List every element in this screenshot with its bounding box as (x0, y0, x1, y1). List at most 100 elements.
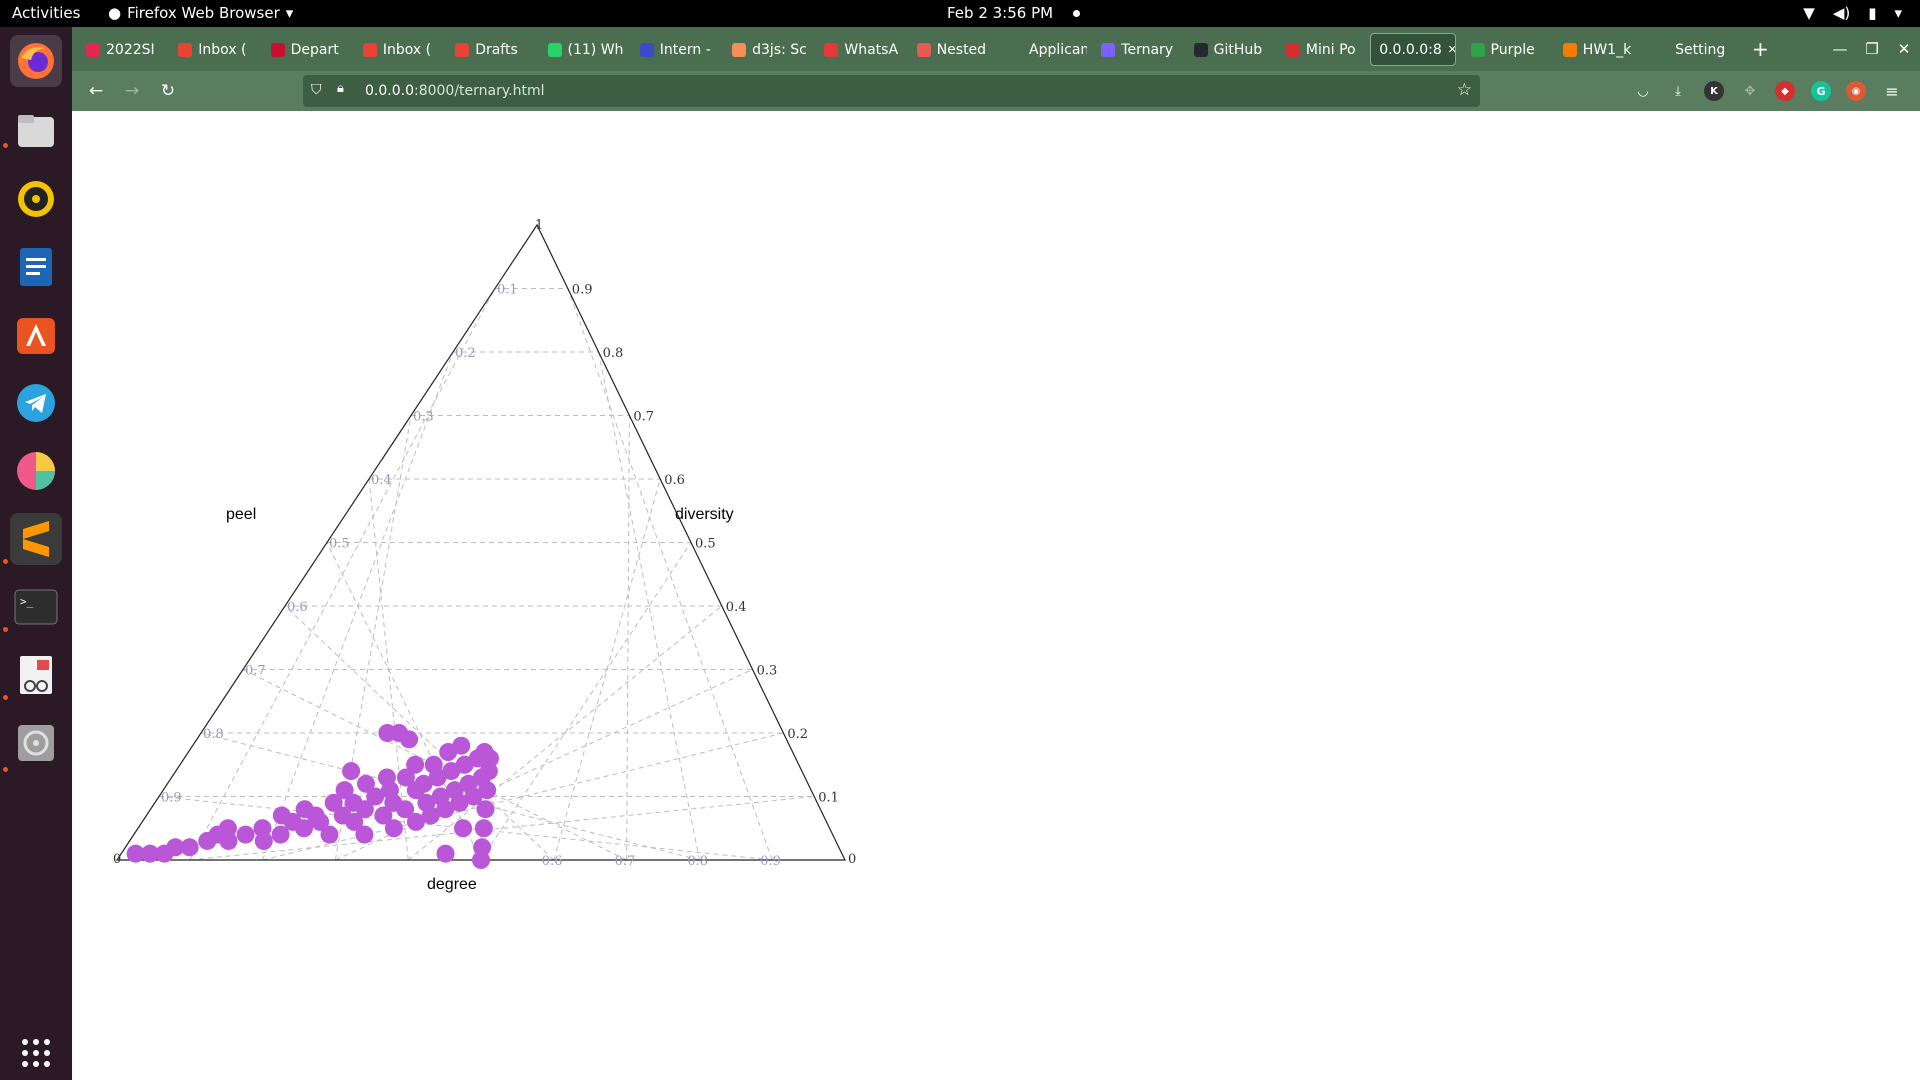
ternary-chart: 0.1 0.2 0.3 0.4 0.5 0.6 0.7 0.8 0.9 0.9 0.8 0.7 0.6 0… (113, 218, 856, 893)
firefox-icon (18, 43, 54, 79)
tick-label-diversity: 0.9 (572, 283, 593, 298)
dock-writer[interactable] (10, 241, 62, 293)
clock[interactable]: Feb 2 3:56 PM (947, 4, 1081, 22)
data-point (476, 800, 495, 819)
chevron-down-icon: ▾ (285, 4, 294, 22)
browser-tab[interactable]: Applicant (1001, 33, 1087, 66)
tab-label: Setting (1675, 41, 1726, 58)
app-menu[interactable]: ● Firefox Web Browser ▾ (108, 4, 293, 22)
url-text[interactable]: 0.0.0.0:8000/ternary.html (365, 83, 545, 99)
hamburger-menu-icon[interactable]: ≡ (1882, 81, 1902, 101)
tab-label: d3js: Sc (752, 41, 807, 58)
dock-telegram[interactable] (10, 377, 62, 429)
tab-label: Inbox ( (198, 41, 247, 58)
browser-tab[interactable]: (11) Wh (540, 33, 626, 66)
extension-puzzle-icon[interactable]: ✥ (1740, 81, 1760, 101)
dock-disks[interactable] (10, 717, 62, 769)
tab-favicon-icon (270, 42, 285, 57)
browser-tab[interactable]: GitHub (1186, 33, 1272, 66)
browser-tab[interactable]: Inbox ( (355, 33, 441, 66)
terminal-icon: >_ (14, 589, 58, 625)
tab-favicon-icon (1193, 42, 1208, 57)
browser-tab[interactable]: 2022SI (78, 33, 164, 66)
extension-shield-icon[interactable]: ◆ (1775, 81, 1795, 101)
dock-rhythmbox[interactable] (10, 173, 62, 225)
page-content: 0.1 0.2 0.3 0.4 0.5 0.6 0.7 0.8 0.9 0.9 0.8 0.7 0.6 0… (72, 111, 1920, 1080)
dock-files[interactable] (10, 105, 62, 157)
axis-title-degree: degree (427, 876, 477, 893)
back-button[interactable]: ← (84, 79, 108, 103)
tab-label: Mini Po (1305, 41, 1356, 58)
software-icon (17, 318, 55, 354)
forward-button[interactable]: → (120, 79, 144, 103)
dock-terminal[interactable]: >_ (10, 581, 62, 633)
duckduckgo-icon[interactable]: ◉ (1846, 81, 1866, 101)
tick-label-peel: 0.7 (245, 664, 266, 679)
browser-tab[interactable]: 0.0.0.0:8 ✕ (1370, 33, 1457, 66)
tab-label: (11) Wh (567, 41, 624, 58)
tab-favicon-icon (1101, 42, 1116, 57)
dock-software[interactable] (10, 309, 62, 361)
activities-button[interactable]: Activities (12, 4, 80, 22)
new-tab-button[interactable]: + (1752, 37, 1769, 61)
shield-icon[interactable]: ⛉ (311, 82, 322, 98)
tick-label-degree: 0.7 (615, 854, 636, 869)
bookmark-star-icon[interactable]: ☆ (1457, 80, 1472, 100)
browser-tab[interactable]: Ternary (1093, 33, 1179, 66)
tick-label-degree: 0.9 (760, 854, 781, 869)
running-indicator (3, 767, 8, 772)
close-icon[interactable]: ✕ (1888, 40, 1920, 58)
browser-tab[interactable]: Mini Po (1278, 33, 1364, 66)
telegram-icon (17, 384, 55, 422)
dock-sublime-text[interactable] (10, 513, 62, 565)
corner-label: 0 (848, 852, 856, 867)
data-point (474, 819, 493, 838)
dock-color-picker[interactable] (10, 445, 62, 497)
extension-k-icon[interactable]: K (1704, 81, 1724, 101)
browser-tab[interactable]: WhatsA (816, 33, 902, 66)
data-point (254, 831, 273, 850)
browser-tab[interactable]: Intern - (632, 33, 718, 66)
dock-firefox[interactable] (10, 35, 62, 87)
tick-label-diversity: 0.8 (603, 346, 624, 361)
url-bar[interactable]: ⛉ 🔒︎ 0.0.0.0:8000/ternary.html ☆ (303, 75, 1480, 107)
minimize-icon[interactable]: — (1824, 40, 1856, 58)
dock-show-apps[interactable] (10, 1027, 62, 1079)
browser-tab[interactable]: d3js: Sc (724, 33, 810, 66)
running-indicator (3, 627, 8, 632)
tab-label: Intern - (659, 41, 711, 58)
browser-tab[interactable]: Drafts (447, 33, 533, 66)
browser-tab[interactable]: HW1_k (1555, 33, 1641, 66)
volume-icon: ◀) (1832, 4, 1851, 22)
tick-label-peel: 0.1 (497, 283, 518, 298)
tab-label: Depart (290, 41, 339, 58)
restore-icon[interactable]: ❐ (1856, 40, 1888, 58)
system-tray[interactable]: ▼ ◀) ▮ ▾ (1803, 4, 1902, 22)
axis-title-peel: peel (226, 506, 256, 523)
grid-line (626, 415, 630, 861)
tab-favicon-icon (1009, 42, 1023, 57)
tick-label-peel: 0.3 (413, 410, 434, 425)
browser-tab[interactable]: Depart (263, 33, 349, 66)
dock-document-viewer[interactable] (10, 649, 62, 701)
data-point (436, 844, 455, 863)
grammarly-icon[interactable]: G (1811, 81, 1831, 101)
tab-close-icon[interactable]: ✕ (1448, 43, 1456, 56)
tab-favicon-icon (916, 42, 931, 57)
disks-icon (18, 725, 54, 761)
running-indicator (3, 559, 8, 564)
lock-icon[interactable]: 🔒︎ (337, 81, 344, 96)
color-picker-icon (17, 452, 55, 490)
pocket-icon[interactable]: ◡ (1633, 81, 1653, 101)
downloads-icon[interactable]: ⤓ (1668, 81, 1688, 101)
reload-button[interactable]: ↻ (156, 79, 180, 103)
browser-tab[interactable]: Purple (1463, 33, 1549, 66)
tick-label-peel: 0.4 (371, 473, 392, 488)
tab-label: Nested (936, 41, 987, 58)
navigation-toolbar: ← → ↻ ⛉ 🔒︎ 0.0.0.0:8000/ternary.html ☆ ◡… (72, 71, 1920, 111)
browser-tab[interactable]: Nested (909, 33, 995, 66)
notification-dot-icon (1073, 9, 1081, 17)
tab-label: 0.0.0.0:8 (1379, 41, 1442, 58)
browser-tab[interactable]: Inbox ( (170, 33, 256, 66)
browser-tab[interactable]: Setting (1647, 33, 1733, 66)
